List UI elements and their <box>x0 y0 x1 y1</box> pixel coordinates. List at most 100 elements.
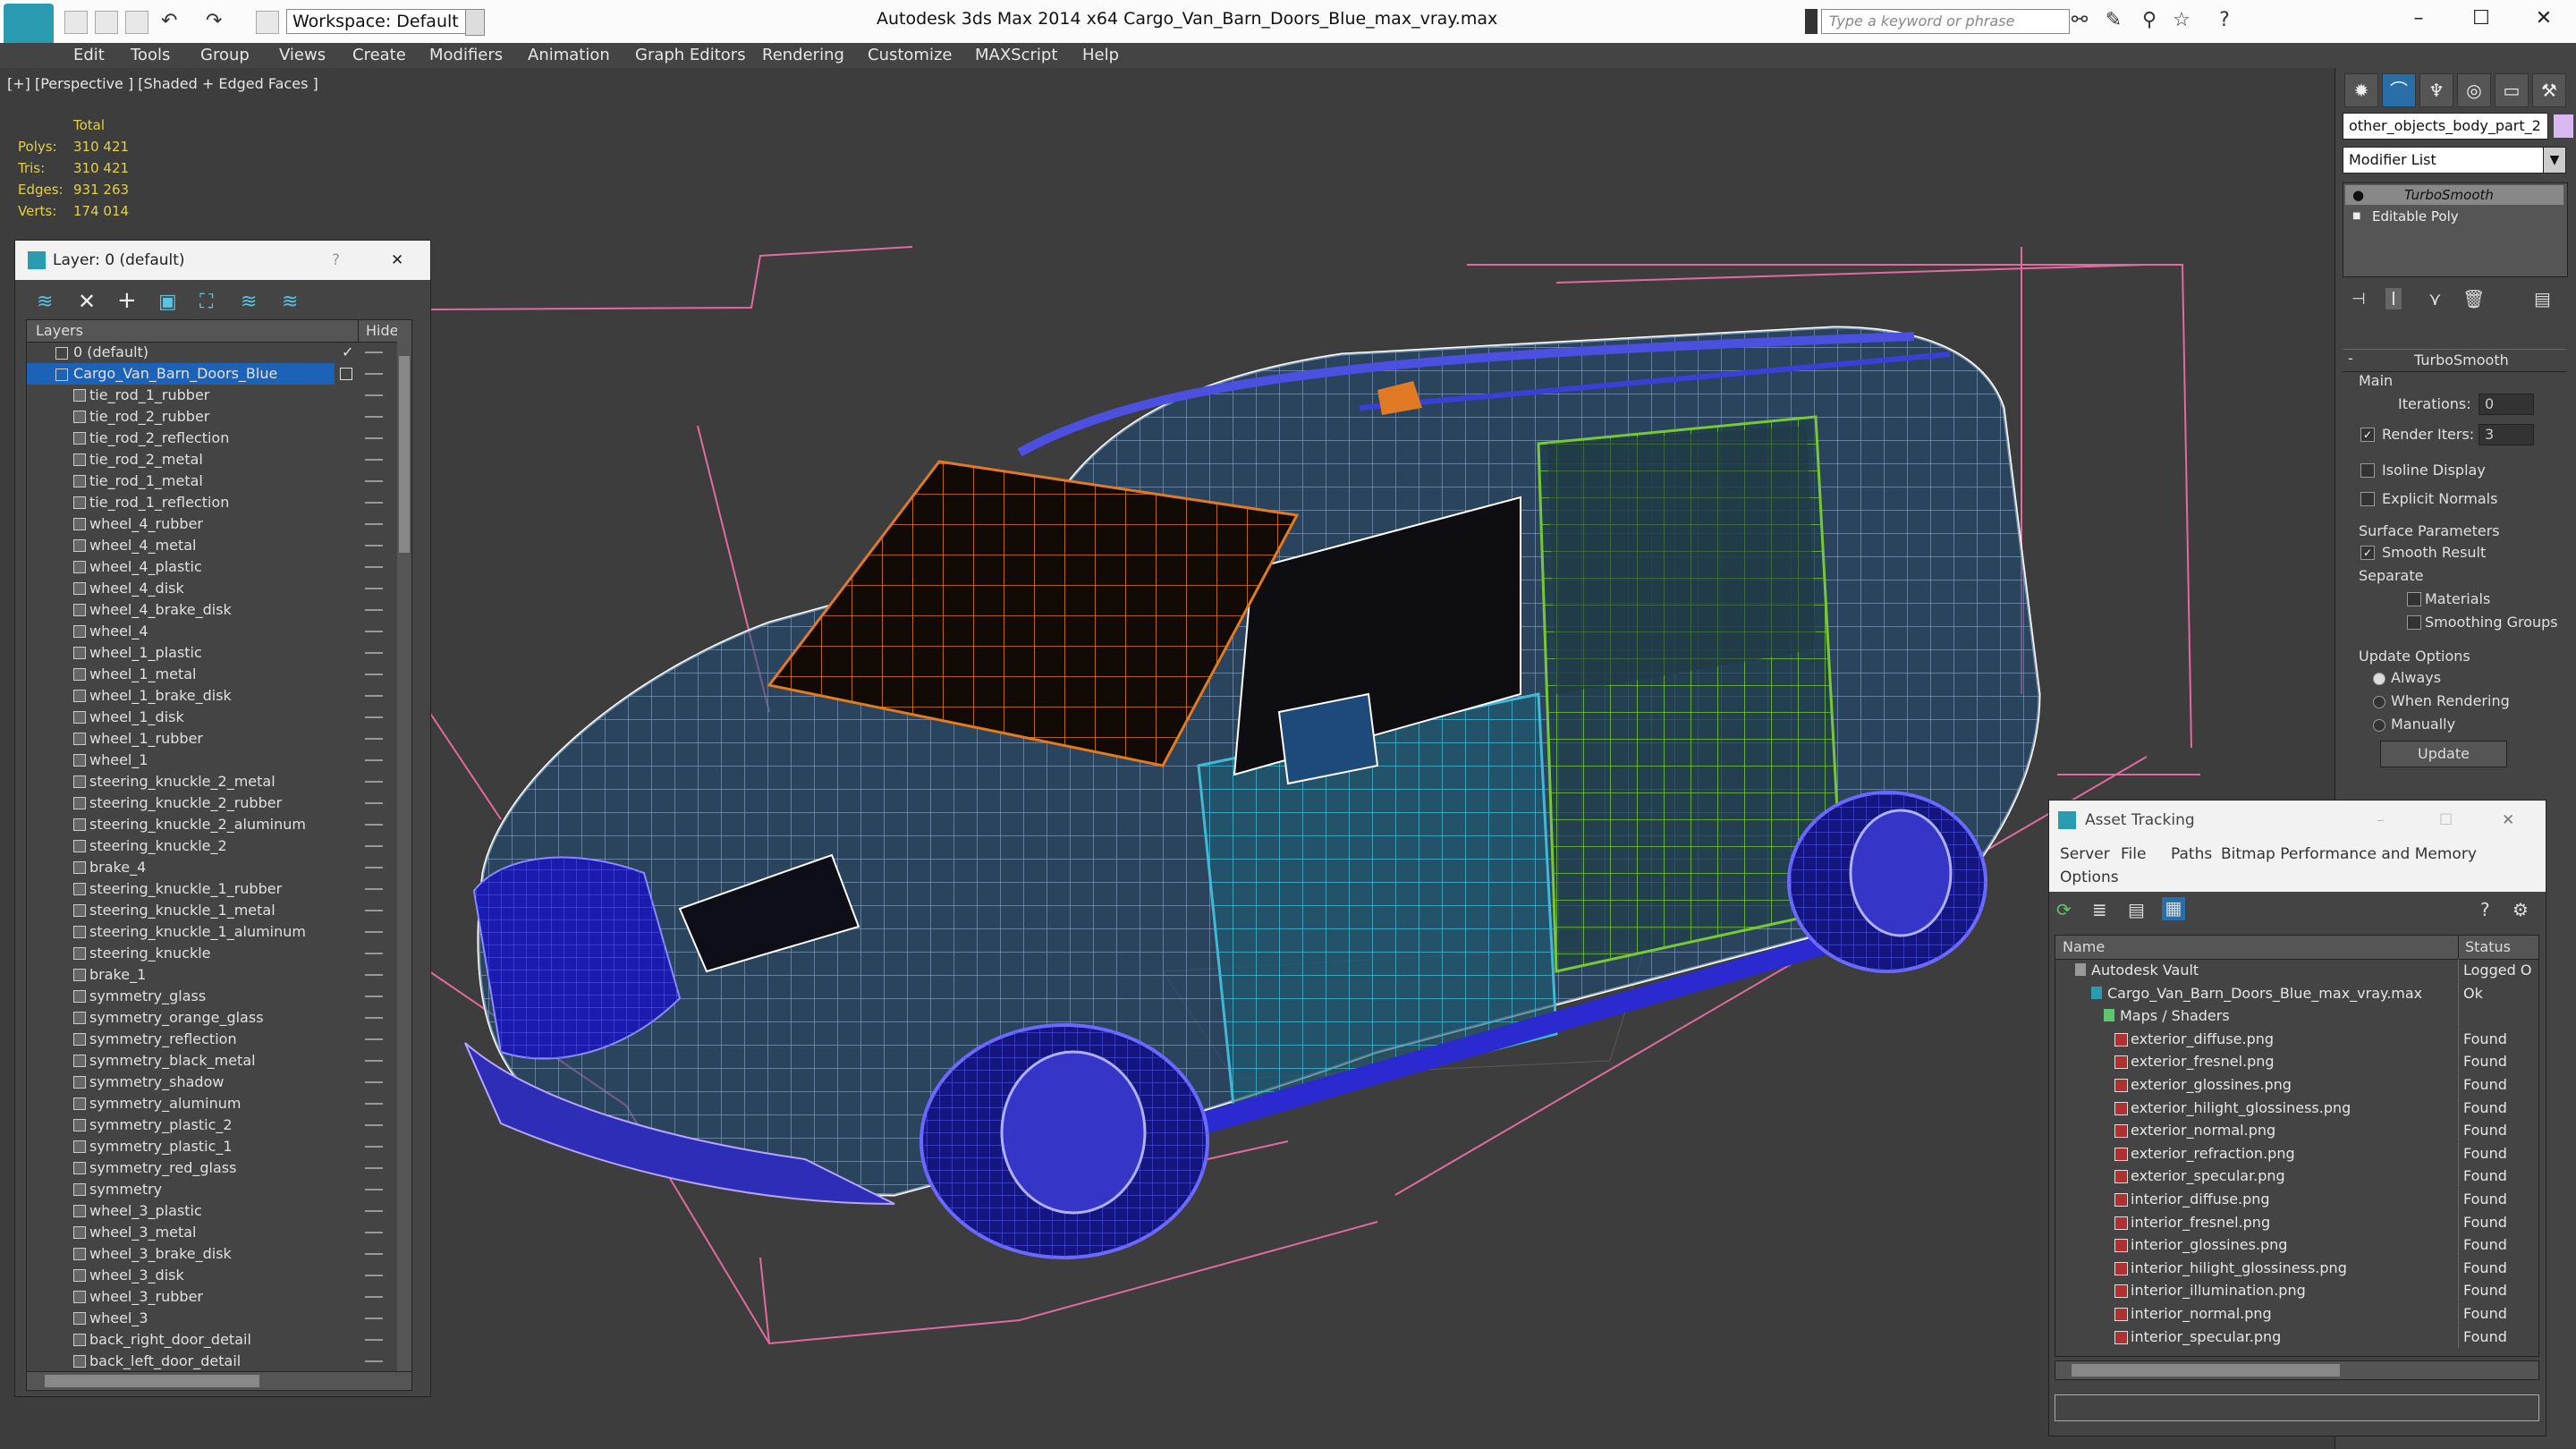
menu-group[interactable]: Group <box>200 43 250 68</box>
hide-toggle[interactable] <box>365 888 383 890</box>
layer-row[interactable]: steering_knuckle_2_rubber <box>27 792 411 814</box>
layer-row[interactable]: wheel_3_rubber <box>27 1286 411 1308</box>
menu-server[interactable]: Server <box>2060 845 2110 863</box>
hide-toggle[interactable] <box>365 738 383 740</box>
bulb-icon[interactable]: ● <box>2352 185 2364 205</box>
layer-row[interactable]: wheel_4_brake_disk <box>27 599 411 621</box>
hide-toggle[interactable] <box>365 1339 383 1341</box>
asset-close-button[interactable]: ✕ <box>2502 801 2514 840</box>
hide-toggle[interactable] <box>365 1210 383 1212</box>
layer-row[interactable]: wheel_1_disk <box>27 707 411 728</box>
asset-row[interactable]: exterior_glossines.png Found <box>2055 1073 2538 1097</box>
layer-row[interactable]: wheel_3_plastic <box>27 1200 411 1222</box>
hide-toggle[interactable] <box>365 609 383 611</box>
layer-row[interactable]: steering_knuckle_2_aluminum <box>27 814 411 835</box>
hide-toggle[interactable] <box>365 1360 383 1362</box>
layer-row[interactable]: symmetry_reflection <box>27 1029 411 1050</box>
materials-checkbox[interactable] <box>2407 592 2421 606</box>
hide-toggle[interactable] <box>365 674 383 675</box>
hide-toggle[interactable] <box>365 545 383 547</box>
always-radio[interactable] <box>2373 673 2385 685</box>
hide-toggle[interactable] <box>365 480 383 482</box>
create-tab-icon[interactable]: ✹ <box>2344 73 2378 107</box>
layer-row[interactable]: steering_knuckle_2 <box>27 835 411 857</box>
asset-settings-icon[interactable]: ⚙ <box>2512 899 2529 920</box>
stack-item-turbosmooth[interactable]: ● TurboSmooth <box>2345 185 2563 205</box>
hide-toggle[interactable] <box>365 781 383 783</box>
asset-row[interactable]: interior_specular.png Found <box>2055 1325 2538 1349</box>
hide-toggle[interactable] <box>365 352 383 353</box>
layer-row[interactable]: symmetry_plastic_1 <box>27 1136 411 1157</box>
hide-toggle[interactable] <box>365 437 383 439</box>
asset-row[interactable]: interior_illumination.png Found <box>2055 1279 2538 1302</box>
asset-row[interactable]: Autodesk Vault Logged O <box>2055 959 2538 982</box>
menu-graph-editors[interactable]: Graph Editors <box>635 43 746 68</box>
search-input[interactable]: Type a keyword or phrase <box>1821 9 2070 34</box>
menu-options[interactable]: Options <box>2060 869 2119 886</box>
add-to-layer-icon[interactable]: + <box>117 287 137 314</box>
asset-row[interactable]: Maps / Shaders <box>2055 1004 2538 1028</box>
hide-toggle[interactable] <box>365 824 383 826</box>
layer-row[interactable]: wheel_4_disk <box>27 578 411 599</box>
utilities-tab-icon[interactable]: ⚒ <box>2532 73 2566 107</box>
communication-center-icon[interactable]: ⚲ <box>2138 9 2161 32</box>
layer-row[interactable]: wheel_3_brake_disk <box>27 1243 411 1265</box>
layer-row[interactable]: wheel_1_plastic <box>27 642 411 664</box>
asset-help-icon[interactable]: ? <box>2480 899 2490 920</box>
search-expand-icon[interactable] <box>1805 9 1818 34</box>
layer-row[interactable]: Cargo_Van_Barn_Doors_Blue <box>27 363 383 385</box>
menu-maxscript[interactable]: MAXScript <box>975 43 1057 68</box>
layer-row[interactable]: steering_knuckle <box>27 943 411 964</box>
display-tab-icon[interactable]: ▭ <box>2495 73 2529 107</box>
layer-row[interactable]: symmetry <box>27 1179 411 1200</box>
hide-toggle[interactable] <box>365 845 383 847</box>
asset-row[interactable]: exterior_fresnel.png Found <box>2055 1050 2538 1073</box>
layer-row[interactable]: steering_knuckle_1_metal <box>27 900 411 921</box>
layer-row[interactable]: back_right_door_detail <box>27 1329 411 1351</box>
menu-tools[interactable]: Tools <box>131 43 170 68</box>
iterations-spinner[interactable]: 0 <box>2479 394 2534 415</box>
hide-toggle[interactable] <box>365 1081 383 1083</box>
col-hide[interactable]: Hide <box>358 320 398 342</box>
layer-row[interactable]: tie_rod_2_metal <box>27 449 411 470</box>
hide-toggle[interactable] <box>365 588 383 589</box>
binoculars-icon[interactable]: ⚯ <box>2068 9 2091 32</box>
hide-toggle[interactable] <box>365 1253 383 1255</box>
modifier-dropdown-arrow[interactable]: ▼ <box>2543 147 2566 174</box>
layer-row[interactable]: symmetry_red_glass <box>27 1157 411 1179</box>
hide-toggle[interactable] <box>365 1103 383 1105</box>
menu-modifiers[interactable]: Modifiers <box>429 43 503 68</box>
modify-tab-icon[interactable]: ⌒ <box>2382 73 2416 107</box>
list-view-icon[interactable]: ≣ <box>2092 899 2107 920</box>
layer-row[interactable]: tie_rod_1_rubber <box>27 385 411 406</box>
layer-row[interactable]: 0 (default) ✓ <box>27 342 411 363</box>
hide-toggle[interactable] <box>365 502 383 504</box>
layer-row[interactable]: tie_rod_2_rubber <box>27 406 411 428</box>
layer-row[interactable]: tie_rod_2_reflection <box>27 428 411 449</box>
menu-rendering[interactable]: Rendering <box>762 43 844 68</box>
asset-hscroll-thumb[interactable] <box>2072 1364 2340 1377</box>
layer-row[interactable]: brake_1 <box>27 964 411 986</box>
layer-row[interactable]: brake_4 <box>27 857 411 878</box>
hide-toggle[interactable] <box>365 652 383 654</box>
layer-panel-titlebar[interactable]: Layer: 0 (default) ? ✕ <box>15 241 430 280</box>
layer-row[interactable]: steering_knuckle_2_metal <box>27 771 411 792</box>
layer-row[interactable]: wheel_4_rubber <box>27 513 411 535</box>
smoothing-groups-checkbox[interactable] <box>2407 615 2421 630</box>
asset-row[interactable]: interior_hilight_glossiness.png Found <box>2055 1256 2538 1280</box>
hide-toggle[interactable] <box>365 1017 383 1019</box>
open-file-icon[interactable] <box>95 11 118 34</box>
asset-row[interactable]: exterior_refraction.png Found <box>2055 1141 2538 1165</box>
hide-toggle[interactable] <box>365 523 383 525</box>
hide-toggle[interactable] <box>365 931 383 933</box>
hide-toggle[interactable] <box>365 1038 383 1040</box>
layer-row[interactable]: wheel_4 <box>27 621 411 642</box>
render-iters-checkbox[interactable]: ✓ <box>2360 428 2375 442</box>
new-file-icon[interactable] <box>64 11 88 34</box>
redo-icon[interactable]: ↷ <box>206 11 227 32</box>
layer-row[interactable]: wheel_3_metal <box>27 1222 411 1243</box>
when-rendering-radio[interactable] <box>2373 696 2385 708</box>
layer-row[interactable]: tie_rod_1_reflection <box>27 492 411 513</box>
configure-modifier-sets-icon[interactable]: ▤ <box>2534 288 2551 309</box>
col-name[interactable]: Name <box>2063 936 2105 959</box>
